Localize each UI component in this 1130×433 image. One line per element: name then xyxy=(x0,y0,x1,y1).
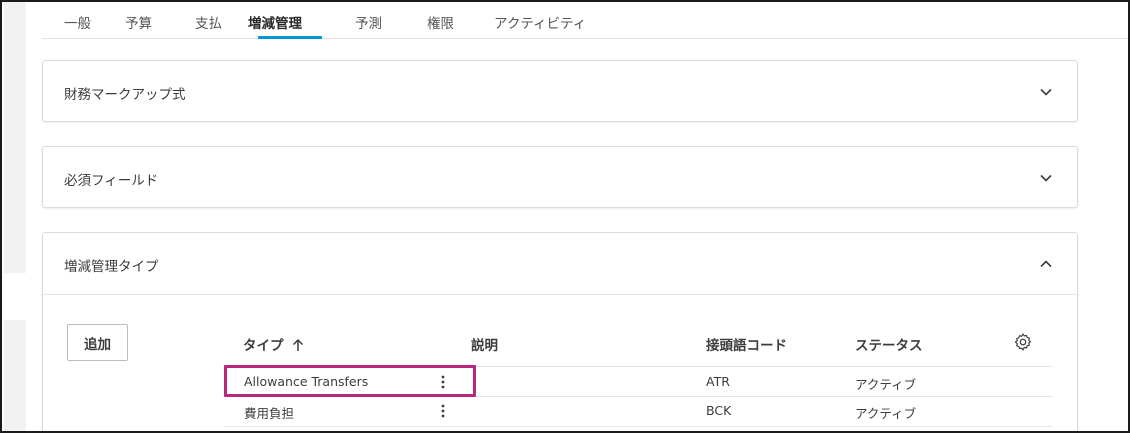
app-frame: 一般 予算 支払 増減管理 予測 権限 アクティビティ 財務マークアップ式 必須… xyxy=(0,0,1130,433)
panel-title: 財務マークアップ式 xyxy=(64,87,186,103)
left-gutter-lower xyxy=(4,320,26,431)
tab-activity[interactable]: アクティビティ xyxy=(494,12,586,32)
tab-bar: 一般 予算 支払 増減管理 予測 権限 アクティビティ xyxy=(42,2,1128,39)
row-separator xyxy=(223,426,1053,427)
chevron-up-icon[interactable] xyxy=(1039,257,1053,271)
gear-icon[interactable] xyxy=(1013,332,1033,352)
panel-required-fields[interactable]: 必須フィールド xyxy=(42,146,1078,208)
tab-permissions[interactable]: 権限 xyxy=(427,12,454,32)
arrow-up-icon xyxy=(292,338,303,351)
tab-budget[interactable]: 予算 xyxy=(125,12,152,32)
cell-prefix: BCK xyxy=(706,403,732,418)
tab-forecast[interactable]: 予測 xyxy=(355,12,382,32)
panel-title: 増減管理タイプ xyxy=(64,259,159,275)
highlight-box xyxy=(224,365,476,397)
panel-financial-markup[interactable]: 財務マークアップ式 xyxy=(42,60,1078,122)
column-header-description[interactable]: 説明 xyxy=(471,334,498,354)
tab-change-management[interactable]: 増減管理 xyxy=(248,12,302,32)
panel-change-types: 増減管理タイプ 追加 タイプ 説明 接頭語コード ステータス Allowance… xyxy=(42,232,1078,431)
chevron-down-icon[interactable] xyxy=(1039,171,1053,185)
cell-status: アクティブ xyxy=(855,377,917,392)
cell-prefix: ATR xyxy=(706,374,730,389)
active-tab-indicator xyxy=(258,36,322,39)
cell-type[interactable]: 費用負担 xyxy=(244,403,294,422)
column-header-label: タイプ xyxy=(243,338,284,354)
cell-status: アクティブ xyxy=(855,406,917,421)
panel-divider xyxy=(43,294,1077,295)
tab-payments[interactable]: 支払 xyxy=(195,12,222,32)
column-header-status[interactable]: ステータス xyxy=(855,334,923,354)
tab-general[interactable]: 一般 xyxy=(64,12,91,32)
add-button[interactable]: 追加 xyxy=(67,324,128,361)
left-gutter xyxy=(4,2,26,273)
panel-title: 必須フィールド xyxy=(64,173,159,189)
column-header-type[interactable]: タイプ xyxy=(243,334,304,354)
column-header-prefix[interactable]: 接頭語コード xyxy=(706,334,787,354)
kebab-menu-icon[interactable] xyxy=(436,403,450,419)
chevron-down-icon[interactable] xyxy=(1039,85,1053,99)
